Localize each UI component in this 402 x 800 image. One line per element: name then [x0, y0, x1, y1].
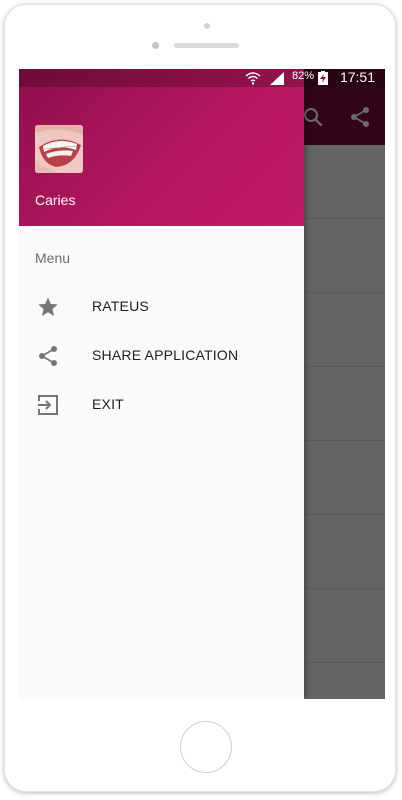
- menu-section-label: Menu: [35, 250, 71, 266]
- share-icon: [39, 346, 57, 366]
- header-title: Caries: [35, 192, 76, 208]
- earpiece-speaker: [174, 43, 239, 48]
- sensor-dot: [204, 23, 210, 29]
- wifi-icon: [245, 72, 261, 85]
- signal-icon: [270, 72, 284, 85]
- star-icon: [38, 297, 58, 316]
- battery-charging-icon: [318, 71, 328, 85]
- menu-item-share-application[interactable]: SHARE APPLICATION: [19, 332, 304, 380]
- front-camera: [152, 42, 159, 49]
- navigation-drawer: Caries Menu RATEUS SHARE APPLICATION EXI…: [19, 69, 304, 699]
- clock: 17:51: [339, 69, 375, 85]
- menu-item-rate-us[interactable]: RATEUS: [19, 283, 304, 331]
- menu-item-exit[interactable]: EXIT: [19, 381, 304, 429]
- teeth-photo: [35, 125, 83, 173]
- app-avatar: [35, 125, 83, 173]
- screen: 82% 17:51 Caries Menu RATEUS SHARE APPLI…: [19, 69, 385, 699]
- menu-item-label: SHARE APPLICATION: [92, 347, 239, 363]
- status-bar: 82% 17:51: [19, 69, 385, 87]
- menu-item-label: EXIT: [92, 396, 124, 412]
- menu-item-label: RATEUS: [92, 298, 149, 314]
- battery-percent: 82%: [292, 70, 315, 82]
- exit-icon: [38, 395, 58, 415]
- home-button[interactable]: [180, 721, 232, 773]
- drawer-header: Caries: [19, 69, 304, 226]
